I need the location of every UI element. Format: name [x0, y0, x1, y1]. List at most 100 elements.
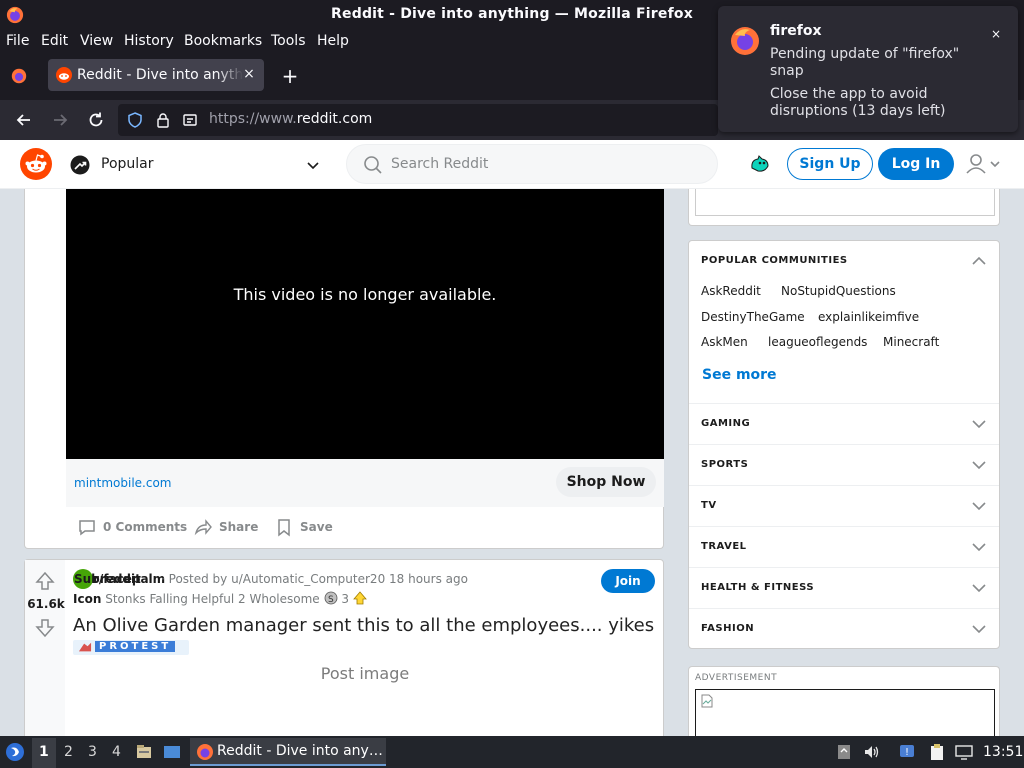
clipboard-icon[interactable]: [928, 743, 946, 761]
search-input[interactable]: [391, 154, 691, 174]
share-icon: [194, 519, 212, 536]
signup-button[interactable]: Sign Up: [787, 148, 873, 180]
shop-now-button[interactable]: Shop Now: [556, 467, 656, 497]
menu-edit[interactable]: Edit: [41, 33, 68, 49]
workspace-1[interactable]: 1: [39, 744, 49, 760]
menu-file[interactable]: File: [6, 33, 29, 49]
category-tv[interactable]: TV: [689, 485, 999, 526]
firefox-view-icon[interactable]: [10, 67, 28, 85]
new-tab-icon[interactable]: +: [280, 66, 300, 86]
start-menu-icon[interactable]: [5, 742, 25, 762]
tracking-protection-shield-icon[interactable]: [127, 112, 143, 128]
gold-award-icon: [352, 591, 367, 605]
url-text[interactable]: https://www.reddit.com: [209, 111, 372, 127]
user-menu-icon[interactable]: [962, 152, 1006, 176]
category-health-fitness[interactable]: HEALTH & FITNESS: [689, 567, 999, 608]
vote-count: 61.6k: [27, 597, 65, 611]
chevron-up-icon[interactable]: [971, 253, 987, 269]
menu-tools[interactable]: Tools: [271, 33, 306, 49]
post-card[interactable]: 61.6k Subreddit r/facepalm · Posted by u…: [24, 559, 665, 750]
community-leagueoflegends[interactable]: leagueoflegends: [768, 335, 867, 349]
feed-selector[interactable]: Popular: [62, 144, 332, 184]
forward-icon[interactable]: [50, 110, 70, 130]
menu-history[interactable]: History: [124, 33, 174, 49]
taskbar: 1 2 3 4 Reddit - Dive into any… ! 13:51: [0, 736, 1024, 768]
broken-image-icon: [701, 694, 713, 708]
save-button[interactable]: Save: [274, 515, 334, 539]
url-bar[interactable]: https://www.reddit.com: [118, 104, 718, 136]
tab-reddit[interactable]: Reddit - Dive into anything ×: [48, 59, 264, 91]
flair-label: PROTEST: [95, 641, 176, 652]
notification-line-1: Pending update of "firefox" snap: [770, 46, 960, 79]
community-askreddit[interactable]: AskReddit: [701, 284, 761, 298]
notification-tray-icon[interactable]: !: [898, 743, 916, 761]
reddit-logo-icon[interactable]: [20, 148, 52, 180]
login-button[interactable]: Log In: [878, 148, 954, 180]
svg-text:!: !: [905, 747, 909, 758]
workspace-2[interactable]: 2: [64, 744, 73, 760]
category-label: HEALTH & FITNESS: [701, 582, 815, 593]
tab-title: Reddit - Dive into anything: [77, 67, 243, 83]
search-icon: [364, 156, 382, 174]
menu-bookmarks[interactable]: Bookmarks: [184, 33, 262, 49]
advertiser-link[interactable]: mintmobile.com: [74, 476, 171, 490]
post-image-placeholder[interactable]: Post image: [65, 664, 665, 683]
notification-close-icon[interactable]: ×: [988, 26, 1004, 42]
search-box[interactable]: [346, 144, 718, 184]
sidebar-top-widget: [688, 189, 1000, 226]
protest-fist-icon: [78, 642, 92, 652]
display-icon[interactable]: [955, 743, 973, 761]
firefox-icon: [197, 744, 213, 760]
community-explainlikeimfive[interactable]: explainlikeimfive: [818, 310, 919, 324]
category-gaming[interactable]: GAMING: [689, 403, 999, 444]
chevron-down-icon: [972, 502, 986, 511]
comment-icon: [79, 520, 95, 536]
video-player[interactable]: This video is no longer available.: [66, 189, 664, 459]
notification-body: Pending update of "firefox" snap Close t…: [770, 46, 990, 126]
reload-icon[interactable]: [86, 110, 106, 130]
page-info-icon[interactable]: [182, 112, 198, 128]
ad-footer: mintmobile.com Shop Now: [66, 459, 664, 507]
volume-icon[interactable]: [863, 743, 881, 761]
category-label: TRAVEL: [701, 541, 747, 552]
community-askmen[interactable]: AskMen: [701, 335, 748, 349]
tray-app-icon[interactable]: [835, 743, 853, 761]
promoted-post-card: This video is no longer available. mintm…: [24, 189, 664, 549]
upvote-icon[interactable]: [35, 571, 55, 591]
comments-label: 0 Comments: [103, 520, 188, 534]
post-flair[interactable]: PROTEST: [73, 640, 189, 655]
community-nostupidquestions[interactable]: NoStupidQuestions: [781, 284, 896, 298]
workspace-4[interactable]: 4: [112, 744, 121, 760]
tab-close-icon[interactable]: ×: [240, 65, 258, 83]
get-app-icon[interactable]: [748, 152, 772, 176]
chevron-down-icon: [972, 461, 986, 470]
taskbar-firefox-task[interactable]: Reddit - Dive into any…: [190, 738, 386, 766]
vote-column: 61.6k: [25, 560, 65, 750]
file-manager-icon[interactable]: [135, 743, 153, 761]
menu-view[interactable]: View: [80, 33, 113, 49]
join-button[interactable]: Join: [601, 569, 655, 593]
downvote-icon[interactable]: [35, 618, 55, 638]
awards-line: Icon Stonks Falling Helpful 2 Wholesome …: [73, 591, 367, 606]
category-travel[interactable]: TRAVEL: [689, 526, 999, 567]
community-minecraft[interactable]: Minecraft: [883, 335, 939, 349]
lock-icon[interactable]: [155, 112, 171, 128]
subreddit-link[interactable]: r/facepalm: [93, 572, 165, 586]
menu-help[interactable]: Help: [317, 33, 349, 49]
share-button[interactable]: Share: [193, 515, 263, 539]
posted-by[interactable]: · Posted by u/Automatic_Computer20 18 ho…: [161, 572, 468, 586]
chevron-down-icon: [972, 420, 986, 429]
category-sports[interactable]: SPORTS: [689, 444, 999, 485]
category-fashion[interactable]: FASHION: [689, 608, 999, 649]
workspace-3[interactable]: 3: [88, 744, 97, 760]
community-destinythegame[interactable]: DestinyTheGame: [701, 310, 805, 324]
desktop-icon[interactable]: [163, 743, 181, 761]
award-count: 3: [341, 592, 349, 606]
chevron-down-icon: [972, 625, 986, 634]
reddit-header: Popular Sign Up Log In: [0, 140, 1024, 189]
post-title[interactable]: An Olive Garden manager sent this to all…: [73, 615, 654, 636]
comments-button[interactable]: 0 Comments: [77, 515, 187, 539]
back-icon[interactable]: [14, 110, 34, 130]
reddit-favicon-icon: [56, 67, 72, 83]
see-more-link[interactable]: See more: [702, 367, 777, 383]
